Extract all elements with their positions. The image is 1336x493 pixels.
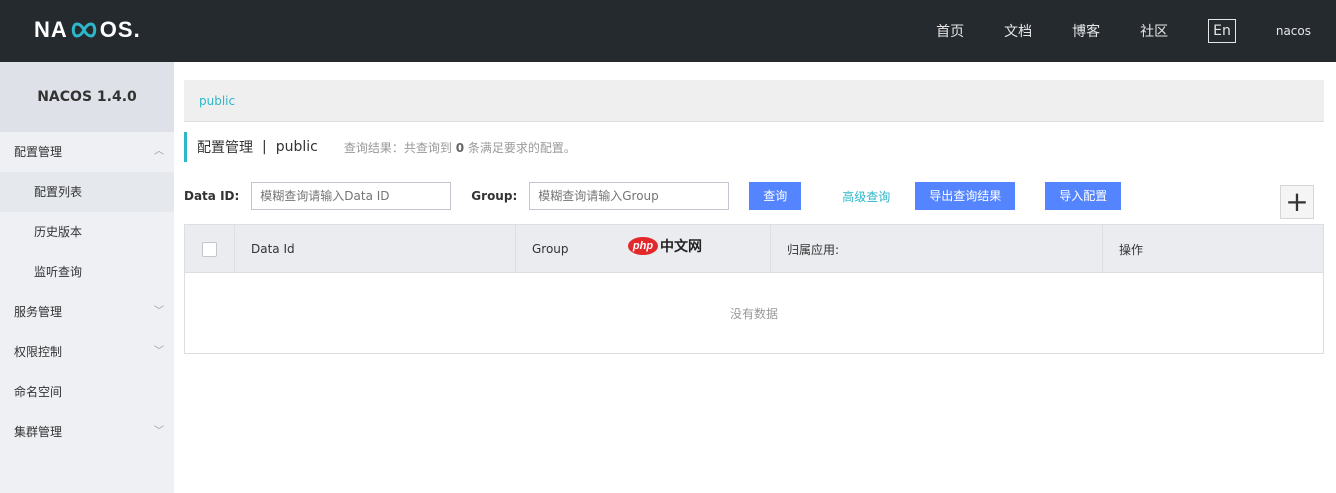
config-table: Data Id Group 归属应用: 操作 没有数据 xyxy=(184,224,1324,354)
chevron-down-icon: ﹀ xyxy=(154,346,164,357)
main-content: public 配置管理 | public 查询结果：共查询到 0 条满足要求的配… xyxy=(174,62,1336,493)
column-header-app[interactable]: 归属应用: xyxy=(771,225,1103,273)
sidebar-item-access-control[interactable]: 权限控制 ﹀ xyxy=(0,332,174,372)
dataid-label: Data ID: xyxy=(184,189,240,203)
filter-row: Data ID: Group: 查询 高级查询 导出查询结果 导入配置 xyxy=(184,181,1122,211)
select-all-cell xyxy=(185,225,235,273)
sidebar-item-listener-query[interactable]: 监听查询 xyxy=(0,252,174,292)
watermark-badge: php xyxy=(628,237,658,255)
logo-text-left: NA xyxy=(34,17,68,42)
php-cn-watermark: php 中文网 xyxy=(628,236,702,256)
sidebar-item-namespace[interactable]: 命名空间 xyxy=(0,372,174,412)
sidebar-item-label: 服务管理 xyxy=(14,305,63,319)
sidebar-item-label: 配置列表 xyxy=(34,185,83,199)
result-suffix: 条满足要求的配置。 xyxy=(467,140,576,155)
logo-text-right: OS. xyxy=(99,17,141,42)
chevron-down-icon: ﹀ xyxy=(154,426,164,437)
export-results-button[interactable]: 导出查询结果 xyxy=(915,182,1016,210)
nacos-logo[interactable]: NA OS. xyxy=(34,17,141,43)
import-config-button[interactable]: 导入配置 xyxy=(1045,182,1122,210)
sidebar-item-label: 监听查询 xyxy=(34,265,83,279)
nav-docs[interactable]: 文档 xyxy=(1004,21,1032,41)
sidebar-version-title: NACOS 1.4.0 xyxy=(0,62,174,132)
sidebar-item-config-management[interactable]: 配置管理 ︿ xyxy=(0,132,174,172)
language-switch-button[interactable]: En xyxy=(1208,19,1236,43)
namespace-bar: public xyxy=(184,80,1324,122)
sidebar-item-service-management[interactable]: 服务管理 ﹀ xyxy=(0,292,174,332)
top-nav: 首页 文档 博客 社区 En nacos xyxy=(936,0,1336,62)
query-result-summary: 查询结果：共查询到 0 条满足要求的配置。 xyxy=(344,139,576,156)
result-count: 0 xyxy=(455,140,465,155)
nav-blog[interactable]: 博客 xyxy=(1072,21,1100,41)
query-button[interactable]: 查询 xyxy=(749,182,802,210)
logo-infinity-icon xyxy=(71,22,97,38)
sidebar-item-label: 配置管理 xyxy=(14,145,63,159)
plus-icon: + xyxy=(1285,185,1309,218)
sidebar: NACOS 1.4.0 配置管理 ︿ 配置列表 历史版本 监听查询 服务管理 ﹀… xyxy=(0,62,174,493)
namespace-tab-public[interactable]: public xyxy=(199,94,235,108)
page-title: 配置管理 | public 查询结果：共查询到 0 条满足要求的配置。 xyxy=(184,132,576,162)
page-title-text: 配置管理 xyxy=(197,140,253,156)
watermark-text: 中文网 xyxy=(660,239,702,255)
top-navbar: NA OS. 首页 文档 博客 社区 En nacos xyxy=(0,0,1336,62)
title-separator: | xyxy=(262,139,267,155)
group-label: Group: xyxy=(471,189,518,203)
column-header-dataid[interactable]: Data Id xyxy=(235,225,516,273)
chevron-up-icon: ︿ xyxy=(154,146,164,157)
nav-home[interactable]: 首页 xyxy=(936,21,964,41)
sidebar-item-config-list[interactable]: 配置列表 xyxy=(0,172,174,212)
advanced-query-link[interactable]: 高级查询 xyxy=(842,188,890,205)
sidebar-item-cluster-management[interactable]: 集群管理 ﹀ xyxy=(0,412,174,452)
dataid-search-input[interactable] xyxy=(251,182,452,210)
select-all-checkbox[interactable] xyxy=(202,241,217,257)
chevron-down-icon: ﹀ xyxy=(154,306,164,317)
column-header-actions: 操作 xyxy=(1119,242,1144,257)
sidebar-item-label: 权限控制 xyxy=(14,345,63,359)
result-prefix: 查询结果：共查询到 xyxy=(343,140,452,155)
sidebar-item-label: 历史版本 xyxy=(34,225,83,239)
user-name[interactable]: nacos xyxy=(1276,24,1311,38)
add-config-button[interactable]: + xyxy=(1280,185,1314,219)
page-title-namespace: public xyxy=(275,139,318,155)
empty-table-message: 没有数据 xyxy=(729,306,778,321)
nav-community[interactable]: 社区 xyxy=(1140,21,1168,41)
sidebar-item-label: 集群管理 xyxy=(14,425,63,439)
group-search-input[interactable] xyxy=(529,182,730,210)
sidebar-item-history[interactable]: 历史版本 xyxy=(0,212,174,252)
table-header: Data Id Group 归属应用: 操作 xyxy=(185,225,1323,273)
sidebar-item-label: 命名空间 xyxy=(14,385,63,399)
